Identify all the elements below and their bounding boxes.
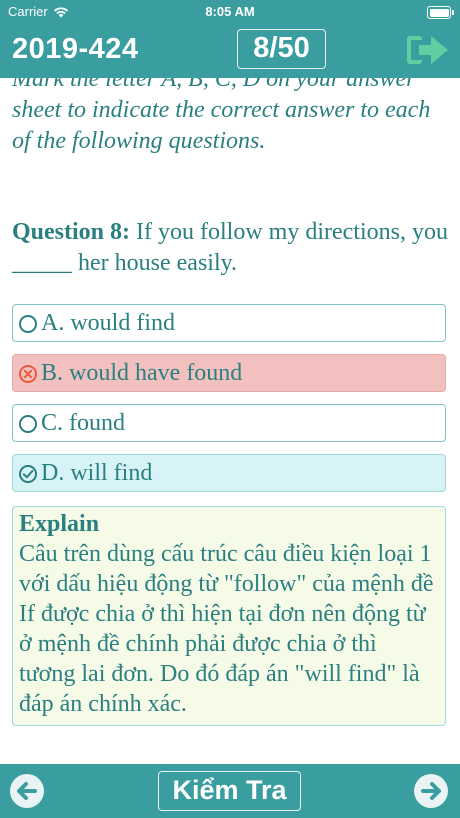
arrow-left-icon[interactable] xyxy=(9,773,45,809)
question-text: Question 8: If you follow my directions,… xyxy=(12,217,452,279)
circle-icon xyxy=(19,415,37,433)
header-bar: 2019-424 8/50 xyxy=(0,24,460,78)
exit-icon[interactable] xyxy=(405,32,451,68)
explanation-box: Explain Câu trên dùng cấu trúc câu điều … xyxy=(12,506,446,726)
option-b-label: B. would have found xyxy=(41,360,243,386)
battery-icon xyxy=(427,6,454,19)
option-c[interactable]: C. found xyxy=(12,404,446,442)
check-circle-icon xyxy=(19,465,37,483)
question-content: Mark the letter A, B, C, D on your answe… xyxy=(0,78,460,764)
status-bar: Carrier 8:05 AM xyxy=(0,0,460,24)
exam-code: 2019-424 xyxy=(12,33,139,65)
status-time: 8:05 AM xyxy=(205,4,255,19)
instruction-text: Mark the letter A, B, C, D on your answe… xyxy=(12,78,431,154)
option-d-label: D. will find xyxy=(41,460,153,486)
question-counter-button[interactable]: 8/50 xyxy=(237,29,326,69)
explanation-title: Explain xyxy=(19,511,100,537)
explanation-body: Câu trên dùng cấu trúc câu điều kiện loạ… xyxy=(19,541,434,717)
option-c-label: C. found xyxy=(41,410,125,436)
option-b[interactable]: B. would have found xyxy=(12,354,446,392)
check-button[interactable]: Kiểm Tra xyxy=(158,771,301,811)
option-a[interactable]: A. would find xyxy=(12,304,446,342)
x-circle-icon xyxy=(19,365,37,383)
footer-bar: Kiểm Tra xyxy=(0,764,460,818)
circle-icon xyxy=(19,315,37,333)
option-a-label: A. would find xyxy=(41,310,175,336)
question-label: Question 8: xyxy=(12,219,131,245)
option-d[interactable]: D. will find xyxy=(12,454,446,492)
arrow-right-icon[interactable] xyxy=(413,773,449,809)
